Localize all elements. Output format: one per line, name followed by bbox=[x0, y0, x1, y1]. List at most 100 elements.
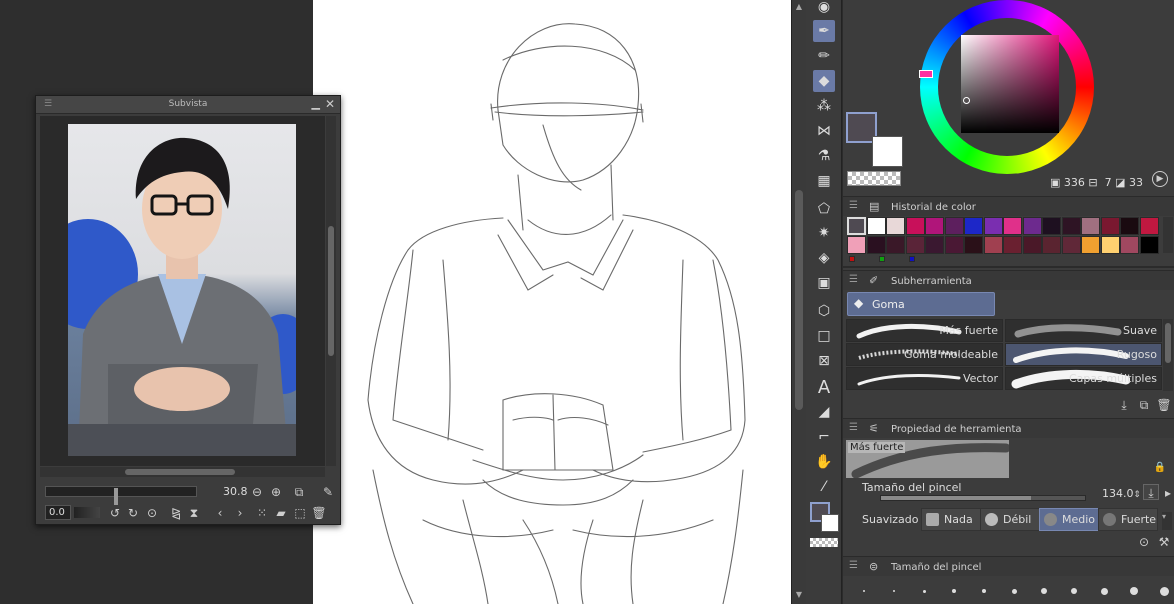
history-swatch[interactable] bbox=[983, 236, 1003, 254]
tool-property-header[interactable]: ☰ ⚟ Propiedad de herramienta bbox=[843, 418, 1174, 438]
history-swatch[interactable] bbox=[866, 236, 886, 254]
magic-wand-icon[interactable]: ✷ bbox=[813, 222, 835, 244]
history-extra-swatch[interactable] bbox=[879, 256, 885, 262]
trash-icon[interactable]: 🗑 bbox=[1156, 397, 1172, 413]
rectangle-icon[interactable]: □ bbox=[813, 325, 835, 347]
delete-icon[interactable]: 🗑 bbox=[311, 505, 327, 521]
zoom-slider[interactable] bbox=[45, 486, 197, 505]
cursor-icon[interactable]: ◉ bbox=[813, 0, 835, 15]
frame-icon[interactable]: ⊠ bbox=[813, 350, 835, 372]
rotation-value[interactable]: 0.0 bbox=[45, 505, 71, 520]
history-swatch[interactable] bbox=[925, 217, 944, 235]
pen-icon[interactable]: ✒ bbox=[813, 20, 835, 42]
rotation-slider[interactable] bbox=[74, 507, 100, 518]
history-swatch[interactable] bbox=[847, 236, 866, 254]
menu-icon[interactable]: ☰ bbox=[849, 422, 858, 433]
subvista-vertical-scrollbar[interactable] bbox=[326, 116, 336, 466]
history-swatch[interactable] bbox=[905, 217, 925, 235]
history-swatch[interactable] bbox=[1003, 236, 1022, 254]
history-swatch[interactable] bbox=[1139, 217, 1159, 235]
ruler-icon[interactable]: ⌐ bbox=[813, 426, 835, 448]
object-icon[interactable]: ⬡ bbox=[813, 300, 835, 322]
brush-item-rugoso[interactable]: Rugoso bbox=[1005, 343, 1162, 366]
saturation-value-box[interactable] bbox=[961, 35, 1059, 133]
history-swatch[interactable] bbox=[964, 217, 983, 235]
zoom-in-icon[interactable]: ⊕ bbox=[268, 484, 284, 500]
subvista-view[interactable] bbox=[40, 116, 325, 466]
history-swatch[interactable] bbox=[1081, 217, 1100, 235]
history-swatch[interactable] bbox=[1003, 217, 1022, 235]
brush-size-slider[interactable] bbox=[880, 495, 1086, 501]
subvista-title-bar[interactable]: ☰ Subvista ▁ ✕ bbox=[36, 96, 340, 114]
history-swatch[interactable] bbox=[964, 236, 983, 254]
brush-size-preset[interactable] bbox=[1130, 587, 1138, 595]
history-extra-swatch[interactable] bbox=[849, 256, 855, 262]
brush-item-vector[interactable]: Vector bbox=[846, 367, 1003, 390]
transparent-color-swatch[interactable] bbox=[810, 538, 838, 547]
drawing-canvas[interactable] bbox=[313, 0, 791, 604]
hand-icon[interactable]: ✋ bbox=[813, 451, 835, 473]
history-swatch[interactable] bbox=[944, 217, 964, 235]
brush-size-header[interactable]: ☰ ⊜ Tamaño del pincel bbox=[843, 556, 1174, 576]
pencil-icon[interactable]: ✏ bbox=[813, 45, 835, 67]
grid-icon[interactable]: ▦ bbox=[813, 170, 835, 192]
history-swatch[interactable] bbox=[905, 236, 925, 254]
history-swatch[interactable] bbox=[1061, 236, 1081, 254]
menu-icon[interactable]: ☰ bbox=[849, 560, 858, 571]
pressure-icon[interactable]: ⤓ bbox=[1143, 484, 1159, 500]
balloon-icon[interactable]: ◢ bbox=[813, 401, 835, 423]
history-swatch[interactable] bbox=[1100, 217, 1120, 235]
history-swatch[interactable] bbox=[944, 236, 964, 254]
history-extra-swatch[interactable] bbox=[909, 256, 915, 262]
history-swatch[interactable] bbox=[983, 217, 1003, 235]
brush-item-mas-fuerte[interactable]: Más fuerte bbox=[846, 319, 1003, 342]
scrollbar-thumb[interactable] bbox=[795, 190, 803, 410]
reset-icon[interactable]: ⊙ bbox=[1136, 534, 1152, 550]
brush-item-suave[interactable]: Suave bbox=[1005, 319, 1162, 342]
brush-size-preset[interactable] bbox=[982, 589, 986, 593]
sub-color-swatch[interactable] bbox=[821, 514, 839, 532]
rotate-left-icon[interactable]: ↺ bbox=[107, 505, 123, 521]
subvista-horizontal-scrollbar[interactable] bbox=[40, 467, 325, 477]
brush-size-preset[interactable] bbox=[863, 590, 865, 592]
history-swatch[interactable] bbox=[886, 217, 905, 235]
lasso-icon[interactable]: ⬠ bbox=[813, 198, 835, 220]
flip-vertical-icon[interactable]: ⧗ bbox=[186, 505, 202, 521]
close-icon[interactable]: ✕ bbox=[325, 97, 335, 111]
menu-icon[interactable]: ☰ bbox=[849, 200, 858, 211]
scroll-down-arrow-icon[interactable]: ▼ bbox=[794, 590, 804, 600]
lock-icon[interactable]: 🔒 bbox=[1152, 460, 1168, 476]
color-history-header[interactable]: ☰ ▤ Historial de color bbox=[843, 196, 1174, 216]
history-swatch[interactable] bbox=[1081, 236, 1100, 254]
duplicate-icon[interactable]: ⧉ bbox=[1136, 397, 1152, 413]
subtool-header[interactable]: ☰ ✐ Subherramienta bbox=[843, 270, 1174, 290]
transparent-color-chip[interactable] bbox=[847, 171, 901, 186]
history-swatch[interactable] bbox=[1022, 236, 1042, 254]
subtool-group-tab[interactable]: ◆ Goma bbox=[847, 292, 995, 316]
zoom-out-icon[interactable]: ⊖ bbox=[249, 484, 265, 500]
brush-size-preset[interactable] bbox=[922, 589, 926, 593]
airbrush-icon[interactable]: ⁂ bbox=[813, 95, 835, 117]
scrollbar-thumb[interactable] bbox=[328, 226, 334, 356]
eraser-icon[interactable]: ◆ bbox=[813, 70, 835, 92]
rotate-right-icon[interactable]: ↻ bbox=[125, 505, 141, 521]
brush-size-preset[interactable] bbox=[1041, 588, 1047, 594]
fill-icon[interactable]: ◈ bbox=[813, 247, 835, 269]
brush-size-preset[interactable] bbox=[1100, 587, 1108, 595]
smoothing-option-fuerte[interactable]: Fuerte bbox=[1098, 508, 1158, 531]
scroll-up-arrow-icon[interactable]: ▲ bbox=[794, 2, 804, 12]
brush-size-preset[interactable] bbox=[952, 589, 956, 593]
brush-size-preset[interactable] bbox=[1071, 588, 1077, 594]
smoothing-scroll[interactable]: ▾ bbox=[1162, 512, 1172, 530]
history-swatch[interactable] bbox=[1061, 217, 1081, 235]
settings-icon[interactable]: ▸ bbox=[1160, 485, 1174, 501]
hue-marker[interactable] bbox=[919, 70, 933, 78]
history-swatch[interactable] bbox=[1120, 236, 1139, 254]
history-scrollbar[interactable] bbox=[1163, 217, 1173, 253]
smoothing-option-medio[interactable]: Medio bbox=[1039, 508, 1099, 531]
fit-icon[interactable]: ⧉ bbox=[291, 484, 307, 500]
brush-size-preset[interactable] bbox=[1011, 588, 1017, 594]
smoothing-option-debil[interactable]: Débil bbox=[980, 508, 1040, 531]
history-swatch[interactable] bbox=[847, 217, 866, 235]
history-swatch[interactable] bbox=[1022, 217, 1042, 235]
